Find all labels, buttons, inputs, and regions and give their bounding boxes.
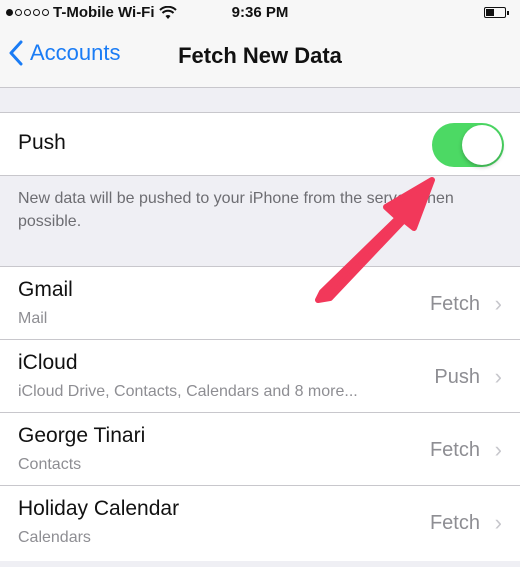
account-name: iCloud: [18, 351, 78, 374]
status-bar: T-Mobile Wi-Fi 9:36 PM: [0, 0, 520, 26]
account-row-holiday-calendar[interactable]: Holiday Calendar Calendars Fetch ›: [0, 486, 520, 561]
chevron-right-icon: ›: [494, 364, 502, 389]
push-toggle[interactable]: [432, 123, 504, 167]
account-name: Holiday Calendar: [18, 497, 180, 520]
account-fetch-mode: Push: [434, 366, 480, 388]
status-time: 9:36 PM: [231, 4, 289, 21]
push-label: Push: [18, 131, 66, 154]
chevron-right-icon: ›: [494, 437, 502, 462]
account-row-george-tinari[interactable]: George Tinari Contacts Fetch ›: [0, 413, 520, 486]
account-fetch-mode: Fetch: [429, 512, 480, 534]
chevron-right-icon: ›: [494, 291, 502, 316]
battery-icon: [484, 7, 509, 18]
account-list: Gmail Mail Fetch › iCloud iCloud Drive, …: [0, 266, 520, 561]
push-cell: Push: [0, 112, 520, 176]
account-name: George Tinari: [18, 424, 146, 447]
account-row-gmail[interactable]: Gmail Mail Fetch ›: [0, 267, 520, 340]
push-footer-note: New data will be pushed to your iPhone f…: [18, 190, 454, 230]
account-row-icloud[interactable]: iCloud iCloud Drive, Contacts, Calendars…: [0, 340, 520, 413]
navigation-bar: Accounts Fetch New Data: [0, 26, 520, 88]
page-title: Fetch New Data: [178, 43, 342, 68]
toggle-knob: [462, 125, 502, 165]
account-fetch-mode: Fetch: [429, 293, 480, 315]
account-subtitle: Contacts: [18, 456, 82, 473]
account-subtitle: Calendars: [18, 529, 91, 546]
account-subtitle: iCloud Drive, Contacts, Calendars and 8 …: [18, 383, 358, 400]
account-name: Gmail: [18, 278, 73, 301]
account-subtitle: Mail: [18, 310, 48, 327]
account-fetch-mode: Fetch: [429, 439, 480, 461]
chevron-right-icon: ›: [494, 510, 502, 535]
